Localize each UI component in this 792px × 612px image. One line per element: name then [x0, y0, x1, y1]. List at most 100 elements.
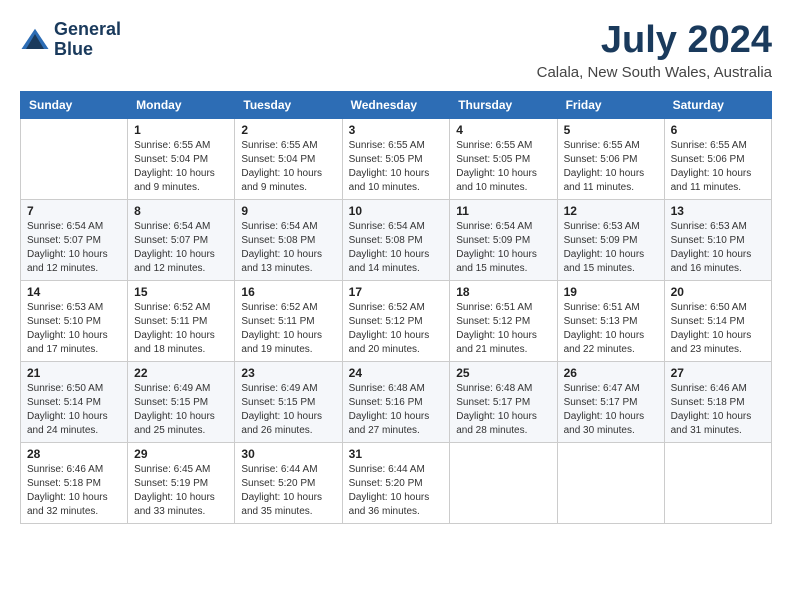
calendar-cell: 14 Sunrise: 6:53 AMSunset: 5:10 PMDayligh…: [21, 280, 128, 361]
day-number: 3: [349, 123, 444, 137]
day-info: Sunrise: 6:52 AMSunset: 5:11 PMDaylight:…: [241, 301, 335, 357]
day-number: 5: [564, 123, 658, 137]
day-number: 30: [241, 447, 335, 461]
calendar-cell: 5Sunrise: 6:55 AMSunset: 5:06 PMDaylight…: [557, 118, 664, 199]
calendar-cell: 27 Sunrise: 6:46 AMSunset: 5:18 PMDayligh…: [664, 361, 771, 442]
logo: General Blue: [20, 20, 121, 60]
calendar-cell: 3 Sunrise: 6:55 AMSunset: 5:05 PMDaylight…: [342, 118, 450, 199]
day-info: Sunrise: 6:44 AMSunset: 5:20 PMDaylight:…: [349, 463, 444, 519]
calendar-cell: [664, 442, 771, 523]
day-info: Sunrise: 6:49 AMSunset: 5:15 PMDaylight:…: [241, 382, 335, 438]
day-number: 25: [456, 366, 550, 380]
day-info: Sunrise: 6:51 AMSunset: 5:13 PMDaylight:…: [564, 301, 658, 357]
calendar-cell: 18 Sunrise: 6:51 AMSunset: 5:12 PMDayligh…: [450, 280, 557, 361]
day-number: 6: [671, 123, 765, 137]
calendar-cell: 19 Sunrise: 6:51 AMSunset: 5:13 PMDayligh…: [557, 280, 664, 361]
weekday-header-saturday: Saturday: [664, 91, 771, 118]
week-row-2: 7Sunrise: 6:54 AMSunset: 5:07 PMDaylight…: [21, 199, 772, 280]
calendar-cell: 16 Sunrise: 6:52 AMSunset: 5:11 PMDayligh…: [235, 280, 342, 361]
day-info: Sunrise: 6:54 AMSunset: 5:09 PMDaylight:…: [456, 220, 550, 276]
week-row-1: 1 Sunrise: 6:55 AMSunset: 5:04 PMDaylight…: [21, 118, 772, 199]
day-info: Sunrise: 6:44 AMSunset: 5:20 PMDaylight:…: [241, 463, 335, 519]
calendar-cell: 12Sunrise: 6:53 AMSunset: 5:09 PMDayligh…: [557, 199, 664, 280]
calendar-cell: 10Sunrise: 6:54 AMSunset: 5:08 PMDayligh…: [342, 199, 450, 280]
day-number: 18: [456, 285, 550, 299]
calendar-cell: [450, 442, 557, 523]
day-number: 2: [241, 123, 335, 137]
day-info: Sunrise: 6:55 AMSunset: 5:05 PMDaylight:…: [456, 139, 550, 195]
day-number: 23: [241, 366, 335, 380]
calendar-cell: 22Sunrise: 6:49 AMSunset: 5:15 PMDayligh…: [128, 361, 235, 442]
weekday-header-friday: Friday: [557, 91, 664, 118]
calendar-cell: 26Sunrise: 6:47 AMSunset: 5:17 PMDayligh…: [557, 361, 664, 442]
day-number: 8: [134, 204, 228, 218]
day-info: Sunrise: 6:45 AMSunset: 5:19 PMDaylight:…: [134, 463, 228, 519]
calendar-cell: 7Sunrise: 6:54 AMSunset: 5:07 PMDaylight…: [21, 199, 128, 280]
day-info: Sunrise: 6:54 AMSunset: 5:07 PMDaylight:…: [134, 220, 228, 276]
calendar-cell: 20Sunrise: 6:50 AMSunset: 5:14 PMDayligh…: [664, 280, 771, 361]
day-number: 14: [27, 285, 121, 299]
calendar-cell: 9 Sunrise: 6:54 AMSunset: 5:08 PMDaylight…: [235, 199, 342, 280]
day-info: Sunrise: 6:55 AMSunset: 5:04 PMDaylight:…: [134, 139, 228, 195]
day-number: 4: [456, 123, 550, 137]
calendar-table: SundayMondayTuesdayWednesdayThursdayFrid…: [20, 91, 772, 524]
calendar-cell: 6 Sunrise: 6:55 AMSunset: 5:06 PMDaylight…: [664, 118, 771, 199]
weekday-header-wednesday: Wednesday: [342, 91, 450, 118]
day-info: Sunrise: 6:55 AMSunset: 5:04 PMDaylight:…: [241, 139, 335, 195]
calendar-cell: 17 Sunrise: 6:52 AMSunset: 5:12 PMDayligh…: [342, 280, 450, 361]
day-info: Sunrise: 6:46 AMSunset: 5:18 PMDaylight:…: [671, 382, 765, 438]
day-info: Sunrise: 6:53 AMSunset: 5:10 PMDaylight:…: [27, 301, 121, 357]
calendar-cell: 23 Sunrise: 6:49 AMSunset: 5:15 PMDayligh…: [235, 361, 342, 442]
calendar-cell: 31 Sunrise: 6:44 AMSunset: 5:20 PMDayligh…: [342, 442, 450, 523]
calendar-cell: 29 Sunrise: 6:45 AMSunset: 5:19 PMDayligh…: [128, 442, 235, 523]
day-number: 1: [134, 123, 228, 137]
calendar-cell: 15Sunrise: 6:52 AMSunset: 5:11 PMDayligh…: [128, 280, 235, 361]
weekday-header-thursday: Thursday: [450, 91, 557, 118]
header: General Blue July 2024 Calala, New South…: [20, 20, 772, 81]
calendar-cell: [557, 442, 664, 523]
weekday-header-monday: Monday: [128, 91, 235, 118]
day-info: Sunrise: 6:52 AMSunset: 5:11 PMDaylight:…: [134, 301, 228, 357]
day-info: Sunrise: 6:55 AMSunset: 5:06 PMDaylight:…: [671, 139, 765, 195]
day-info: Sunrise: 6:53 AMSunset: 5:10 PMDaylight:…: [671, 220, 765, 276]
day-info: Sunrise: 6:54 AMSunset: 5:08 PMDaylight:…: [241, 220, 335, 276]
day-info: Sunrise: 6:49 AMSunset: 5:15 PMDaylight:…: [134, 382, 228, 438]
calendar-cell: 1 Sunrise: 6:55 AMSunset: 5:04 PMDaylight…: [128, 118, 235, 199]
day-info: Sunrise: 6:50 AMSunset: 5:14 PMDaylight:…: [27, 382, 121, 438]
day-number: 11: [456, 204, 550, 218]
calendar-cell: 2 Sunrise: 6:55 AMSunset: 5:04 PMDaylight…: [235, 118, 342, 199]
calendar-cell: 11 Sunrise: 6:54 AMSunset: 5:09 PMDayligh…: [450, 199, 557, 280]
day-info: Sunrise: 6:46 AMSunset: 5:18 PMDaylight:…: [27, 463, 121, 519]
day-number: 13: [671, 204, 765, 218]
weekday-header-sunday: Sunday: [21, 91, 128, 118]
day-number: 31: [349, 447, 444, 461]
calendar-cell: 28 Sunrise: 6:46 AMSunset: 5:18 PMDayligh…: [21, 442, 128, 523]
calendar-cell: 21 Sunrise: 6:50 AMSunset: 5:14 PMDayligh…: [21, 361, 128, 442]
day-info: Sunrise: 6:55 AMSunset: 5:05 PMDaylight:…: [349, 139, 444, 195]
calendar-cell: [21, 118, 128, 199]
calendar-cell: 24Sunrise: 6:48 AMSunset: 5:16 PMDayligh…: [342, 361, 450, 442]
day-number: 16: [241, 285, 335, 299]
calendar-cell: 13 Sunrise: 6:53 AMSunset: 5:10 PMDayligh…: [664, 199, 771, 280]
month-title: July 2024: [537, 20, 772, 62]
day-number: 17: [349, 285, 444, 299]
day-info: Sunrise: 6:54 AMSunset: 5:08 PMDaylight:…: [349, 220, 444, 276]
day-info: Sunrise: 6:52 AMSunset: 5:12 PMDaylight:…: [349, 301, 444, 357]
calendar-cell: 8 Sunrise: 6:54 AMSunset: 5:07 PMDaylight…: [128, 199, 235, 280]
weekday-header-row: SundayMondayTuesdayWednesdayThursdayFrid…: [21, 91, 772, 118]
day-number: 19: [564, 285, 658, 299]
logo-text: General Blue: [54, 20, 121, 60]
day-info: Sunrise: 6:51 AMSunset: 5:12 PMDaylight:…: [456, 301, 550, 357]
day-info: Sunrise: 6:54 AMSunset: 5:07 PMDaylight:…: [27, 220, 121, 276]
day-info: Sunrise: 6:47 AMSunset: 5:17 PMDaylight:…: [564, 382, 658, 438]
day-number: 28: [27, 447, 121, 461]
logo-icon: [20, 25, 50, 55]
weekday-header-tuesday: Tuesday: [235, 91, 342, 118]
day-number: 9: [241, 204, 335, 218]
calendar-cell: 30 Sunrise: 6:44 AMSunset: 5:20 PMDayligh…: [235, 442, 342, 523]
title-area: July 2024 Calala, New South Wales, Austr…: [537, 20, 772, 81]
day-number: 12: [564, 204, 658, 218]
day-number: 27: [671, 366, 765, 380]
day-number: 21: [27, 366, 121, 380]
day-number: 29: [134, 447, 228, 461]
